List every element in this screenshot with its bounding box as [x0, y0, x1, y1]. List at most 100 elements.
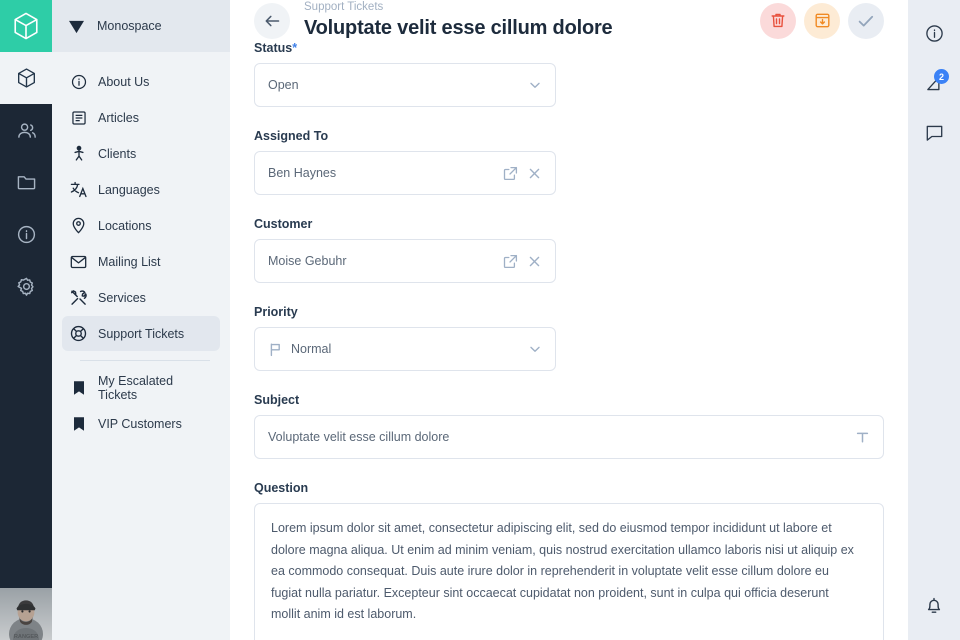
- ticket-form: Status* Open Assigned To Ben Haynes: [230, 41, 908, 640]
- question-value: Lorem ipsum dolor sit amet, consectetur …: [271, 518, 861, 626]
- sidebar-item-label: Languages: [98, 183, 160, 197]
- user-avatar[interactable]: RANGER: [0, 588, 52, 640]
- status-label: Status*: [254, 41, 556, 55]
- customer-trailing-icons: [503, 254, 542, 269]
- info-sidebar-icon: [925, 24, 944, 43]
- files-icon: [17, 173, 36, 191]
- external-link-icon[interactable]: [503, 166, 518, 181]
- comments-button[interactable]: [908, 108, 960, 158]
- notifications-bell-icon: [925, 596, 943, 615]
- field-subject: Subject Voluptate velit esse cillum dolo…: [254, 393, 884, 459]
- map-pin-icon: [70, 217, 87, 234]
- external-link-icon[interactable]: [503, 254, 518, 269]
- assigned-to-input[interactable]: Ben Haynes: [254, 151, 556, 195]
- revisions-button[interactable]: 2: [908, 58, 960, 108]
- person-icon: [70, 145, 87, 162]
- sidebar-item-label: About Us: [98, 75, 149, 89]
- sidebar-item-my-escalated-tickets[interactable]: My Escalated Tickets: [62, 370, 220, 405]
- field-customer: Customer Moise Gebuhr: [254, 217, 556, 283]
- status-select[interactable]: Open: [254, 63, 556, 107]
- status-badge: 2: [934, 69, 949, 84]
- back-button[interactable]: [254, 3, 290, 39]
- text-type-icon: [855, 430, 870, 445]
- question-label: Question: [254, 481, 884, 495]
- users-icon: [17, 121, 36, 140]
- sidebar-item-locations[interactable]: Locations: [62, 208, 220, 243]
- bookmark-icon: [70, 415, 87, 432]
- customer-value: Moise Gebuhr: [268, 254, 495, 268]
- rail-item-files[interactable]: [0, 156, 52, 208]
- close-icon[interactable]: [527, 254, 542, 269]
- check-icon: [857, 13, 875, 29]
- sidebar-item-label: Articles: [98, 111, 139, 125]
- diamond-icon: [68, 19, 85, 34]
- chevron-down-icon[interactable]: [528, 342, 542, 356]
- nav-list: About Us Articles Clie: [52, 52, 230, 442]
- title-block: Support Tickets Voluptate velit esse cil…: [304, 0, 760, 41]
- archive-icon: [814, 12, 831, 29]
- cube-logo-icon: [13, 12, 39, 40]
- lifebuoy-icon: [70, 325, 87, 342]
- close-icon[interactable]: [527, 166, 542, 181]
- status-label-text: Status: [254, 41, 292, 55]
- required-marker: *: [292, 41, 297, 55]
- customer-input[interactable]: Moise Gebuhr: [254, 239, 556, 283]
- sidebar-item-services[interactable]: Services: [62, 280, 220, 315]
- priority-value: Normal: [291, 342, 520, 356]
- svg-text:RANGER: RANGER: [14, 634, 38, 640]
- sidebar-item-support-tickets[interactable]: Support Tickets: [62, 316, 220, 351]
- priority-select[interactable]: Normal: [254, 327, 556, 371]
- content-icon: [17, 68, 36, 88]
- chevron-down-icon[interactable]: [528, 78, 542, 92]
- page-header: Support Tickets Voluptate velit esse cil…: [230, 0, 908, 41]
- subject-label: Subject: [254, 393, 884, 407]
- bookmark-icon: [70, 379, 87, 396]
- sidebar-item-languages[interactable]: Languages: [62, 172, 220, 207]
- sidebar-item-mailing-list[interactable]: Mailing List: [62, 244, 220, 279]
- assigned-to-label: Assigned To: [254, 129, 556, 143]
- info-circle-icon: [70, 73, 87, 90]
- module-name: Monospace: [97, 19, 162, 33]
- tools-icon: [70, 289, 87, 306]
- sidebar-item-vip-customers[interactable]: VIP Customers: [62, 406, 220, 441]
- assigned-to-value: Ben Haynes: [268, 166, 495, 180]
- sidebar-item-about-us[interactable]: About Us: [62, 64, 220, 99]
- main-content: Support Tickets Voluptate velit esse cil…: [230, 0, 908, 640]
- delete-button[interactable]: [760, 3, 796, 39]
- app-logo[interactable]: [0, 0, 52, 52]
- rail-item-settings[interactable]: [0, 260, 52, 312]
- detail-sidebar-rail: 2: [908, 0, 960, 640]
- sidebar-item-label: Support Tickets: [98, 327, 184, 341]
- flag-icon: [268, 342, 283, 357]
- translate-icon: [70, 181, 87, 198]
- header-actions: [760, 3, 884, 39]
- customer-label: Customer: [254, 217, 556, 231]
- sidebar-item-articles[interactable]: Articles: [62, 100, 220, 135]
- assigned-to-trailing-icons: [503, 166, 542, 181]
- rail-item-users[interactable]: [0, 104, 52, 156]
- question-textarea[interactable]: Lorem ipsum dolor sit amet, consectetur …: [254, 503, 884, 640]
- rail-item-content[interactable]: [0, 52, 52, 104]
- settings-icon: [17, 277, 36, 296]
- save-button[interactable]: [848, 3, 884, 39]
- module-nav-sidebar: Monospace About Us Articles: [52, 0, 230, 640]
- sidebar-item-clients[interactable]: Clients: [62, 136, 220, 171]
- info-sidebar-button[interactable]: [908, 8, 960, 58]
- rail-item-info[interactable]: [0, 208, 52, 260]
- app-root: RANGER Monospace About Us: [0, 0, 960, 640]
- archive-button[interactable]: [804, 3, 840, 39]
- sidebar-item-label: Clients: [98, 147, 136, 161]
- subject-input[interactable]: Voluptate velit esse cillum dolore: [254, 415, 884, 459]
- nav-divider: [80, 360, 210, 361]
- module-icon-rail: RANGER: [0, 0, 52, 640]
- sidebar-item-label: Mailing List: [98, 255, 161, 269]
- sidebar-item-label: My Escalated Tickets: [98, 374, 212, 402]
- breadcrumb[interactable]: Support Tickets: [304, 0, 760, 14]
- module-header[interactable]: Monospace: [52, 0, 230, 52]
- mail-icon: [70, 253, 87, 270]
- field-priority: Priority Normal: [254, 305, 556, 371]
- notifications-button[interactable]: [908, 580, 960, 630]
- info-icon: [17, 225, 36, 244]
- sidebar-item-label: Locations: [98, 219, 152, 233]
- arrow-left-icon: [264, 13, 281, 29]
